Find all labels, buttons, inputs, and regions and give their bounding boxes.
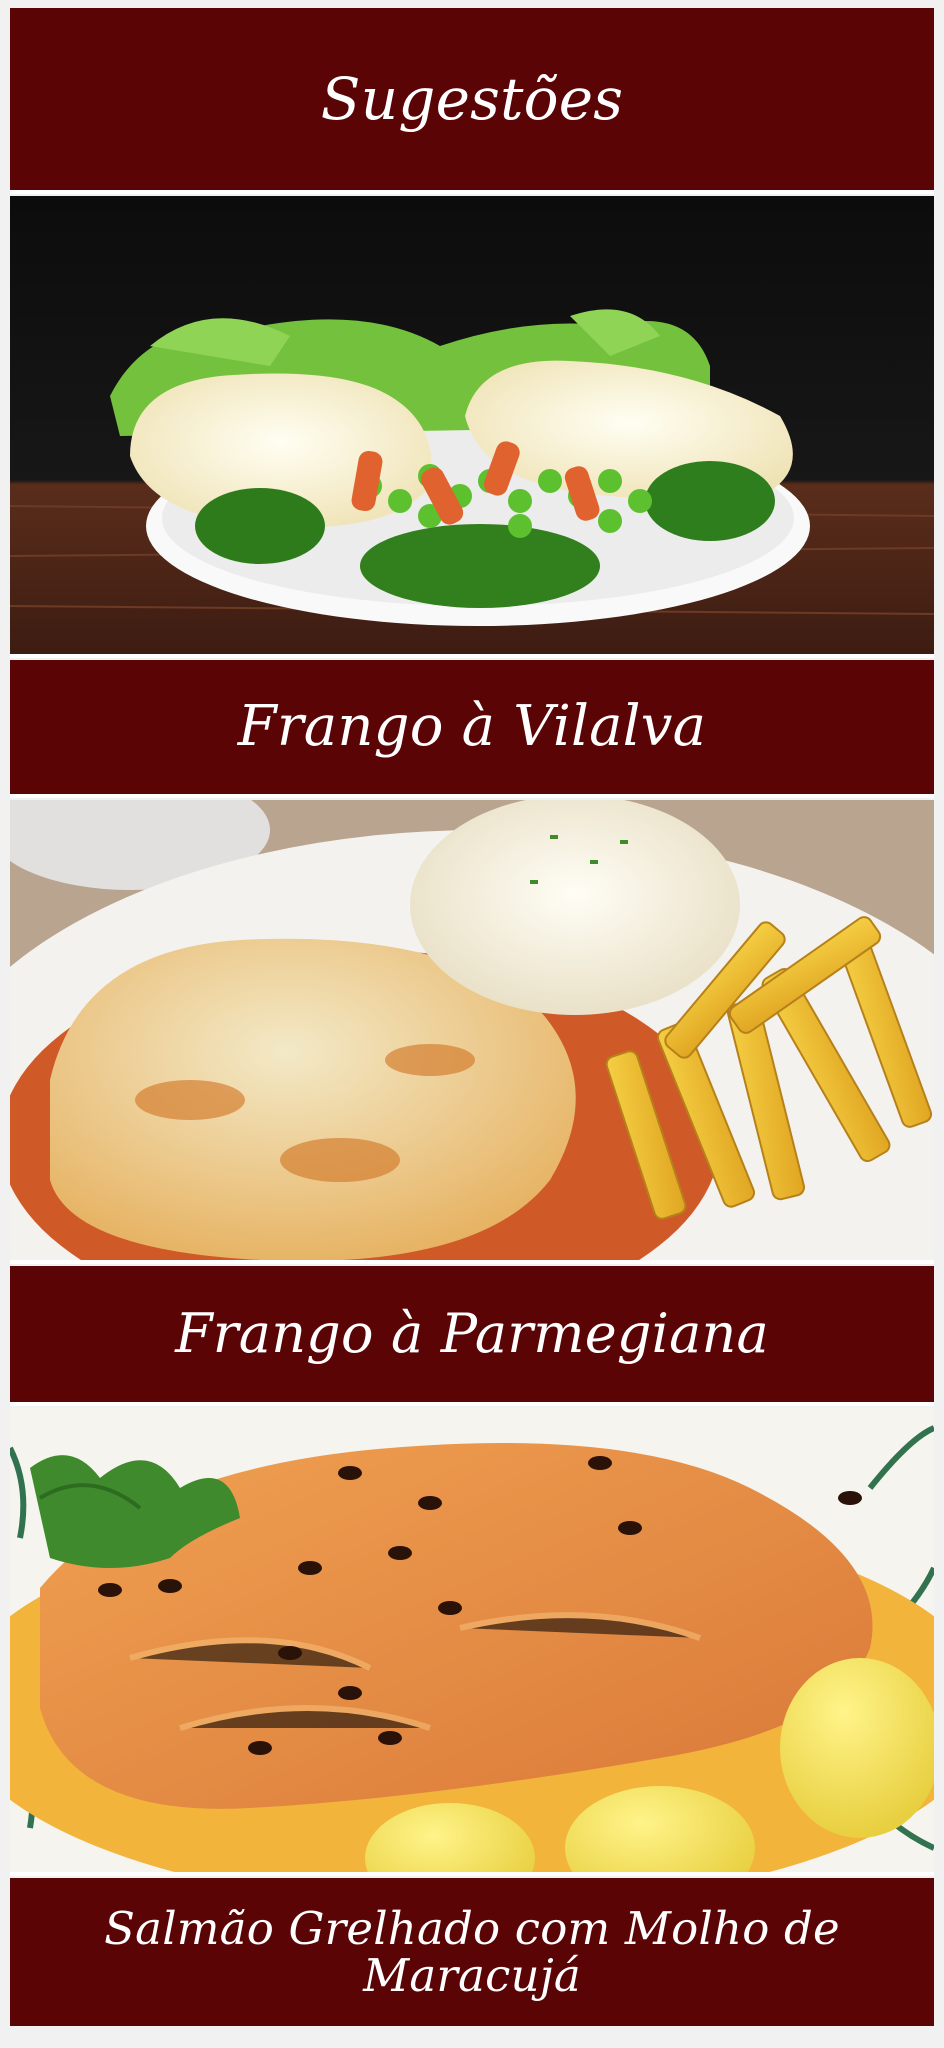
dish-banner-vilalva: Frango à Vilalva [10, 660, 934, 794]
dish-photo-vilalva [10, 196, 934, 654]
divider-top [10, 190, 934, 194]
divider-2 [10, 794, 934, 798]
divider-5 [10, 1872, 934, 1876]
divider-1 [10, 654, 934, 658]
dish-name-vilalva: Frango à Vilalva [237, 693, 707, 759]
dish-name-salmao: Salmão Grelhado com Molho de Maracujá [104, 1901, 840, 2002]
dish-photo-parmegiana [10, 800, 934, 1260]
page-title: Sugestões [320, 64, 624, 133]
divider-4 [10, 1402, 934, 1406]
divider-3 [10, 1260, 934, 1264]
suggestions-page: Sugestões Frango à Vilalva Frango à Parm… [0, 0, 944, 2048]
dish-banner-parmegiana: Frango à Parmegiana [10, 1266, 934, 1402]
dish-banner-salmao: Salmão Grelhado com Molho de Maracujá [10, 1878, 934, 2026]
page-title-banner: Sugestões [10, 8, 934, 190]
dish-name-parmegiana: Frango à Parmegiana [175, 1301, 769, 1365]
dish-photo-salmao [10, 1408, 934, 1872]
